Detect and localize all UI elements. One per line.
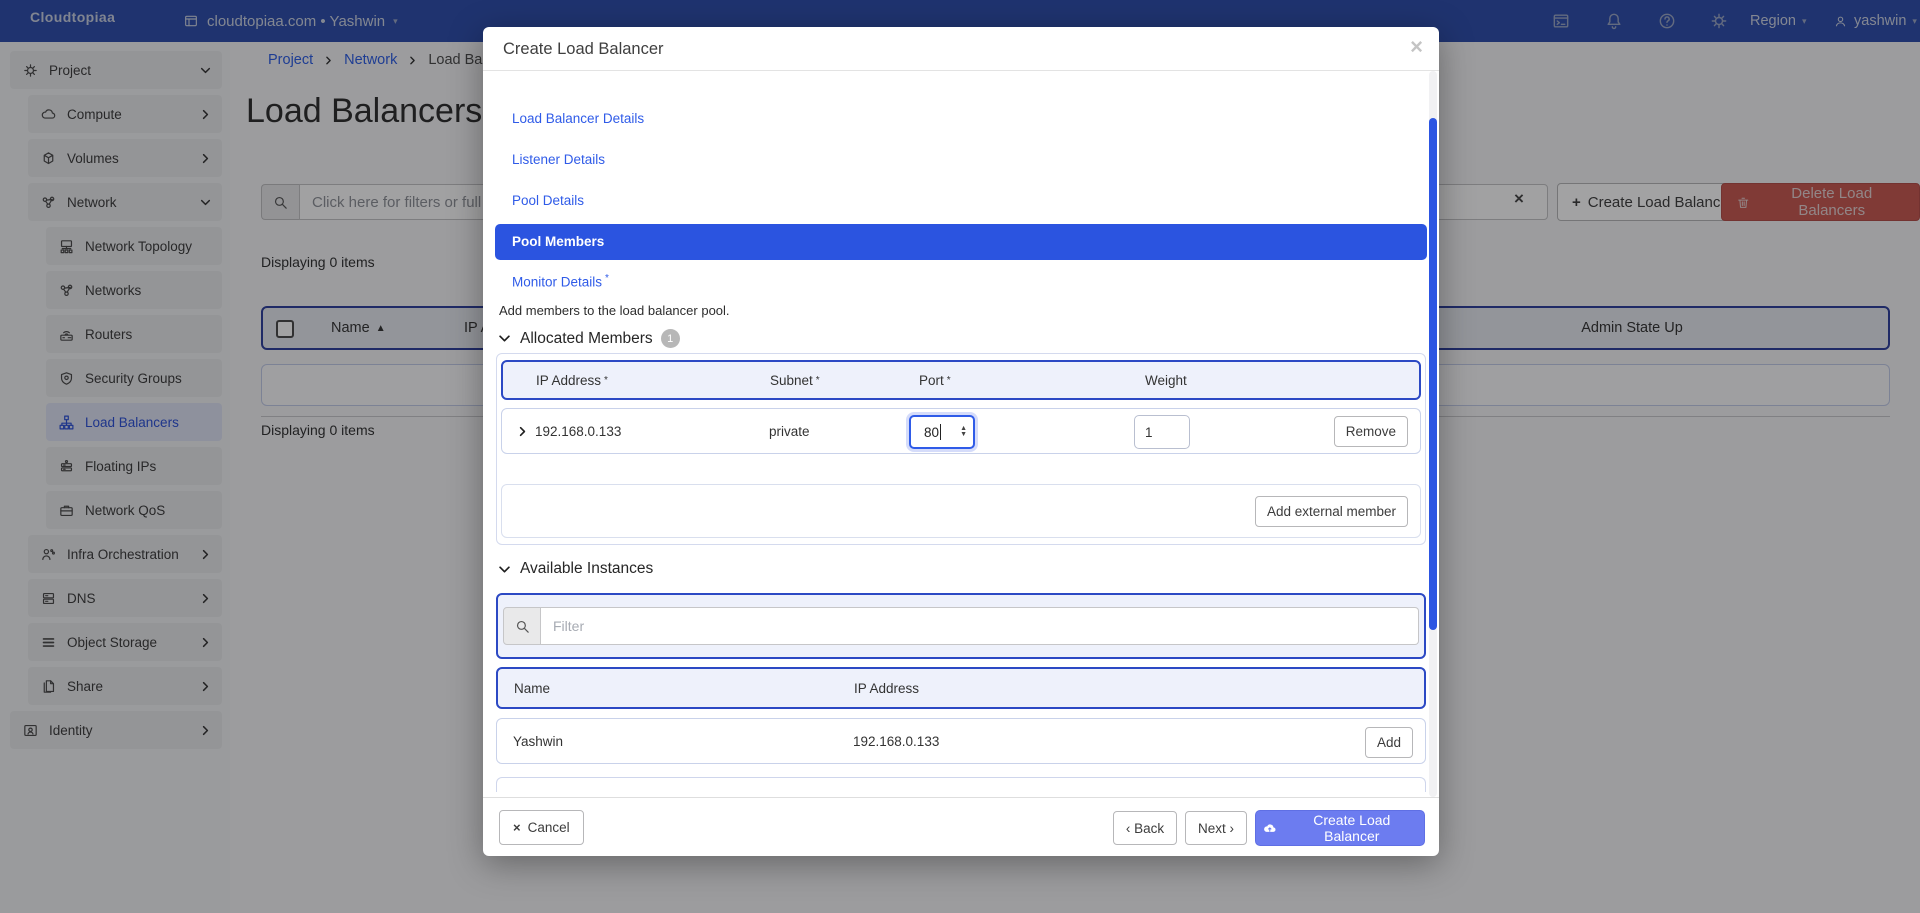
column-header-port: Port* [919, 362, 951, 398]
required-asterisk: * [947, 375, 951, 386]
button-label: ‹ Back [1126, 821, 1164, 836]
button-label: Add [1377, 735, 1401, 750]
instance-filter-bar [496, 593, 1426, 659]
allocated-members-table: IP Address* Subnet* Port* Weight 192.168… [496, 353, 1426, 545]
add-external-member-button[interactable]: Add external member [1255, 496, 1408, 527]
submit-create-load-balancer-button[interactable]: Create Load Balancer [1255, 810, 1425, 846]
required-asterisk: * [604, 375, 608, 386]
column-header-weight: Weight [1145, 362, 1187, 398]
port-value: 80 [924, 425, 939, 440]
search-icon [503, 607, 541, 645]
chevron-right-icon [516, 425, 529, 438]
member-ip-address: 192.168.0.133 [535, 409, 621, 453]
column-header-subnet: Subnet* [770, 362, 820, 398]
available-instances-section-toggle[interactable]: Available Instances [497, 560, 653, 578]
application-window: Cloudtopiaa cloudtopiaa.com • Yashwin ▾ … [0, 0, 1920, 913]
available-table-header: Name IP Address [496, 667, 1426, 709]
step-pool-members-active[interactable]: Pool Members [495, 224, 1427, 260]
number-stepper-icon[interactable]: ▲▼ [960, 426, 967, 438]
weight-input[interactable] [1134, 415, 1190, 449]
required-asterisk: * [816, 375, 820, 386]
remove-member-button[interactable]: Remove [1334, 416, 1408, 447]
allocated-member-row: 192.168.0.133 private 80 ▲▼ Remove [501, 408, 1421, 454]
cloud-upload-icon [1262, 820, 1278, 836]
step-listener-details[interactable]: Listener Details [512, 152, 605, 172]
cancel-button[interactable]: × Cancel [499, 810, 584, 845]
member-count-badge: 1 [661, 329, 680, 348]
add-external-member-bar: Add external member [501, 484, 1421, 538]
allocated-members-section-toggle[interactable]: Allocated Members 1 [497, 329, 680, 348]
section-title: Available Instances [520, 560, 653, 578]
modal-footer: × Cancel ‹ Back Next › Create Load Balan… [483, 797, 1439, 856]
step-description: Add members to the load balancer pool. [499, 303, 730, 318]
column-header-ip-address: IP Address [854, 669, 919, 707]
allocated-table-header: IP Address* Subnet* Port* Weight [501, 360, 1421, 400]
available-instance-row: Yashwin 192.168.0.133 Add [496, 718, 1426, 764]
button-label: Next › [1198, 821, 1234, 836]
button-label: Create Load Balancer [1286, 812, 1418, 844]
step-load-balancer-details[interactable]: Load Balancer Details [512, 111, 644, 131]
required-asterisk: * [605, 273, 609, 284]
next-button[interactable]: Next › [1185, 811, 1247, 845]
column-header-name: Name [514, 669, 550, 707]
modal-title: Create Load Balancer [503, 27, 664, 71]
step-pool-details[interactable]: Pool Details [512, 193, 584, 213]
chevron-down-icon [497, 562, 512, 577]
back-button[interactable]: ‹ Back [1113, 811, 1177, 845]
column-header-ip-address: IP Address* [536, 362, 608, 398]
modal-scrollbar-thumb[interactable] [1429, 118, 1437, 630]
member-subnet: private [769, 409, 810, 453]
chevron-down-icon [497, 331, 512, 346]
button-label: Cancel [528, 820, 570, 835]
section-title: Allocated Members [520, 330, 653, 348]
modal-scrollbar-track[interactable] [1429, 71, 1437, 797]
instance-ip-address: 192.168.0.133 [853, 719, 939, 763]
port-input[interactable]: 80 ▲▼ [909, 415, 975, 449]
button-label: Remove [1346, 424, 1396, 439]
instance-filter-input[interactable] [541, 607, 1419, 645]
text-cursor [940, 424, 941, 440]
button-label: Add external member [1267, 504, 1396, 519]
add-instance-button[interactable]: Add [1365, 727, 1413, 758]
clipped-next-row [496, 777, 1426, 792]
x-icon: × [513, 820, 521, 835]
create-load-balancer-modal: Create Load Balancer × Load Balancer Det… [483, 27, 1439, 856]
instance-name: Yashwin [513, 719, 563, 763]
modal-header: Create Load Balancer × [483, 27, 1439, 71]
close-icon[interactable]: × [1410, 34, 1423, 60]
expand-member-chevron[interactable] [516, 409, 529, 453]
step-monitor-details[interactable]: Monitor Details* [512, 273, 609, 293]
